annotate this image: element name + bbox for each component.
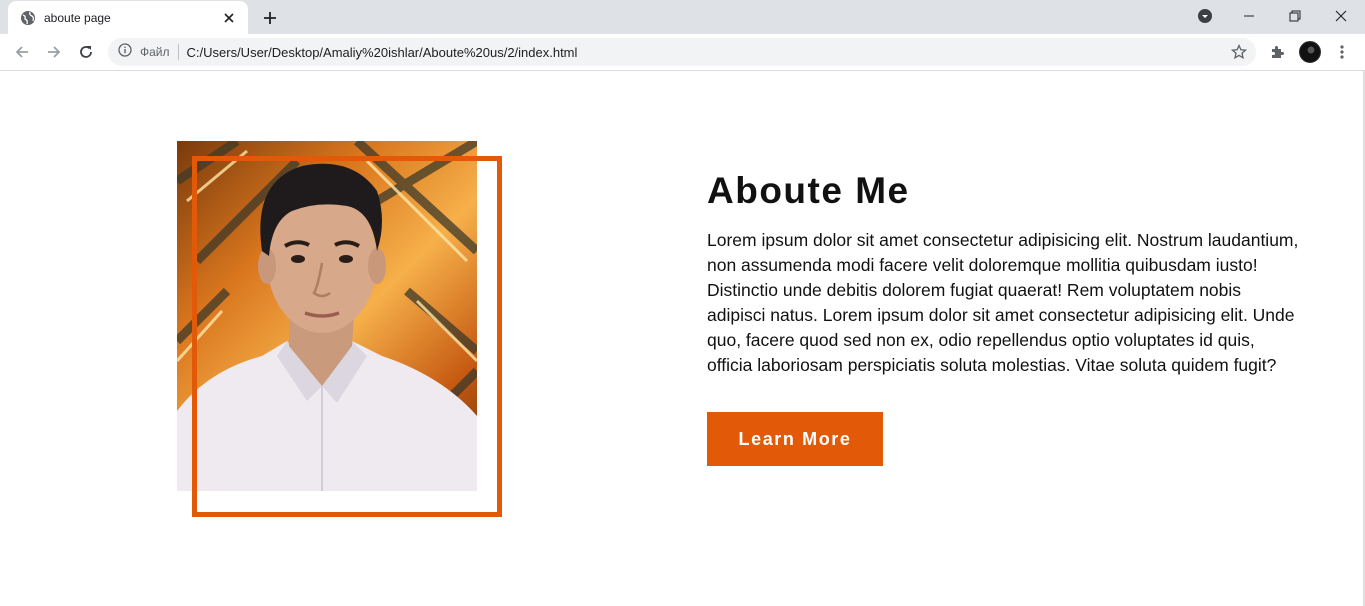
about-section: Aboute Me Lorem ipsum dolor sit amet con… [707, 171, 1307, 466]
puzzle-icon[interactable] [1263, 38, 1291, 66]
arrow-right-icon[interactable] [40, 38, 68, 66]
tab-strip: aboute page [0, 0, 1365, 34]
close-icon[interactable] [220, 9, 238, 27]
about-paragraph: Lorem ipsum dolor sit amet consectetur a… [707, 230, 1299, 375]
photo-frame [192, 156, 502, 517]
learn-more-button[interactable]: Learn More [707, 412, 883, 466]
page-viewport: Aboute Me Lorem ipsum dolor sit amet con… [0, 71, 1363, 606]
restore-icon[interactable] [1272, 0, 1318, 32]
site-label: Файл [140, 45, 170, 59]
reload-icon[interactable] [72, 38, 100, 66]
browser-toolbar: Файл C:/Users/User/Desktop/Amaliy%20ishl… [0, 34, 1365, 71]
arrow-left-icon[interactable] [8, 38, 36, 66]
site-info[interactable]: Файл [118, 42, 170, 62]
plus-icon[interactable] [258, 6, 282, 30]
chevron-down-icon[interactable] [1182, 0, 1228, 32]
minimize-icon[interactable] [1226, 0, 1272, 32]
url-text[interactable]: C:/Users/User/Desktop/Amaliy%20ishlar/Ab… [187, 45, 578, 60]
address-bar[interactable]: Файл C:/Users/User/Desktop/Amaliy%20ishl… [108, 38, 1256, 66]
kebab-menu-icon[interactable] [1328, 38, 1356, 66]
profile-avatar [1299, 41, 1321, 63]
omnibox-divider [177, 44, 179, 60]
profile-photo-block [177, 141, 502, 517]
close-window-icon[interactable] [1318, 0, 1364, 32]
globe-icon [20, 10, 36, 26]
tab-title: aboute page [44, 10, 111, 25]
info-icon [118, 42, 132, 62]
avatar[interactable] [1296, 38, 1324, 66]
star-icon[interactable] [1230, 43, 1248, 61]
page-title: Aboute Me [707, 170, 910, 211]
browser-tab[interactable]: aboute page [8, 1, 248, 34]
